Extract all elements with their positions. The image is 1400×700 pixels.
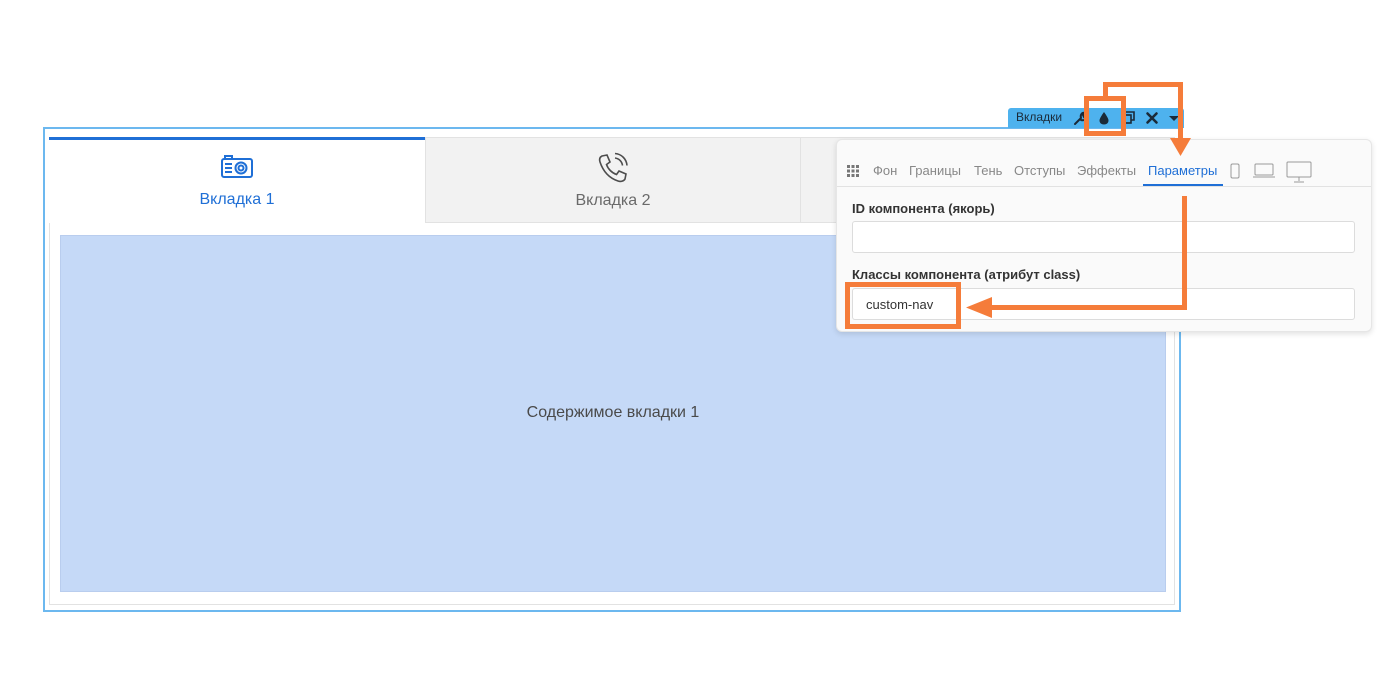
tab-2[interactable]: Вкладка 2 [425,137,801,223]
panel-tab-background[interactable]: Фон [873,163,897,178]
panel-tab-spacing[interactable]: Отступы [1014,163,1065,178]
tab-1[interactable]: Вкладка 1 [49,137,425,223]
drop-icon-highlight [1084,96,1126,136]
annotation-line-vertical [1182,196,1187,310]
phone-ringing-icon [596,152,630,189]
annotation-line-top [1103,82,1183,87]
mobile-icon[interactable] [1229,163,1241,184]
grid-icon[interactable] [847,164,859,177]
panel-tabs-divider [837,186,1371,187]
panel-tab-effects[interactable]: Эффекты [1077,163,1136,178]
panel-tab-shadow[interactable]: Тень [974,163,1002,178]
laptop-icon[interactable] [1252,163,1276,184]
panel-tab-borders[interactable]: Границы [909,163,961,178]
tab-content-text: Содержимое вкладки 1 [526,404,700,421]
id-field-input[interactable] [852,221,1355,253]
annotation-arrow-down [1170,138,1191,163]
camera-icon [220,154,254,185]
component-toolbar-label: Вкладки [1016,110,1063,124]
panel-tab-parameters[interactable]: Параметры [1148,163,1217,178]
tab-2-label: Вкладка 2 [575,192,651,209]
id-field-label: ID компонента (якорь) [852,201,995,216]
annotation-line-left [1103,82,1108,98]
tab-1-label: Вкладка 1 [199,191,275,208]
desktop-icon[interactable] [1286,161,1312,188]
class-field-label: Классы компонента (атрибут class) [852,267,1081,282]
close-icon[interactable] [1143,109,1161,127]
annotation-arrow-left [966,297,992,323]
annotation-line-down [1178,82,1183,140]
annotation-line-horizontal [990,305,1187,310]
class-value-highlight [845,282,961,329]
